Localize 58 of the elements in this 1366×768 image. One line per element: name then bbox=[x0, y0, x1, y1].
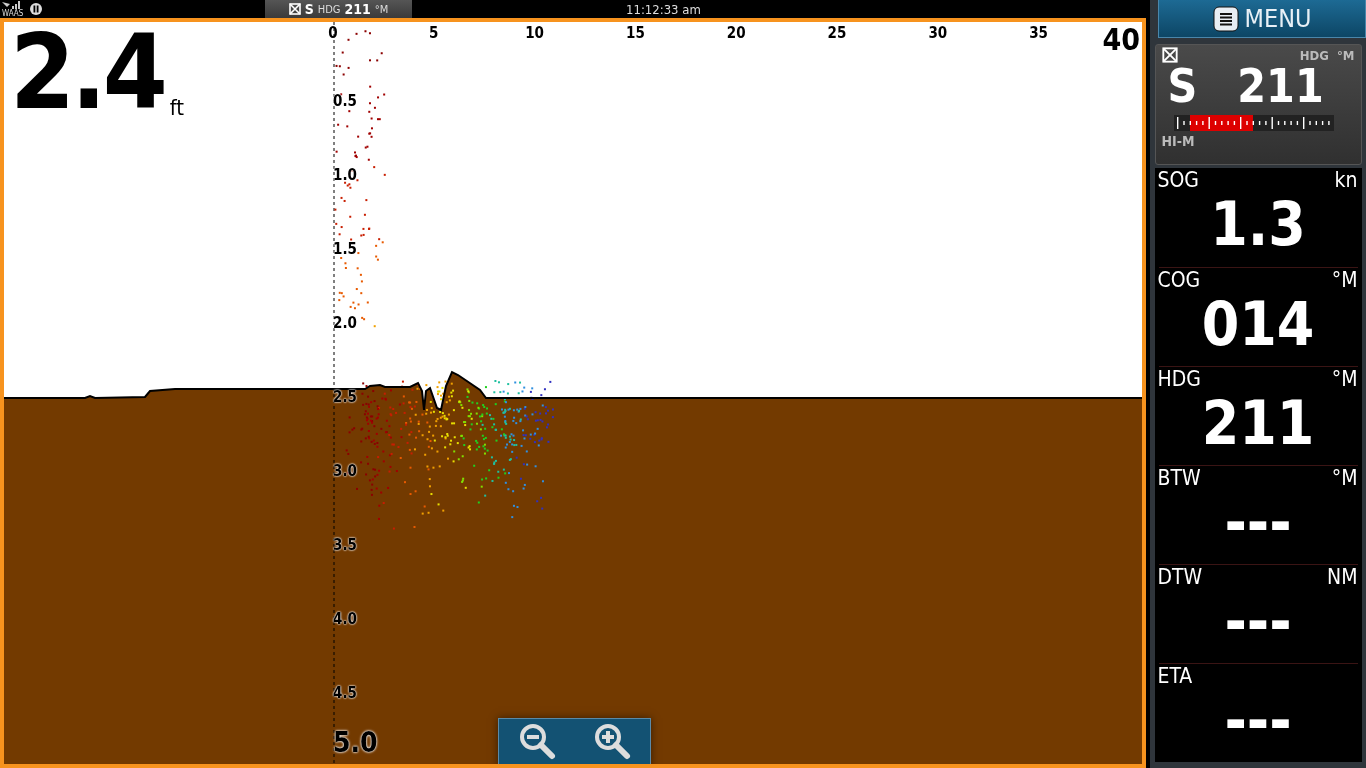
heading-card-label: HDG °M bbox=[1299, 47, 1355, 63]
data-label: DTW bbox=[1157, 565, 1203, 589]
data-value: 211 bbox=[1200, 391, 1316, 455]
data-label: ETA bbox=[1157, 664, 1193, 688]
data-value: 014 bbox=[1200, 292, 1316, 356]
data-value: --- bbox=[1223, 589, 1293, 653]
range-scale-label: 25 bbox=[827, 24, 847, 42]
depth-scale-label: 1.5 bbox=[333, 240, 357, 258]
data-unit: NM bbox=[1327, 565, 1358, 589]
zoom-in-button[interactable] bbox=[592, 721, 633, 761]
crossed-box-icon bbox=[1161, 47, 1178, 63]
data-unit: °M bbox=[1331, 466, 1358, 490]
data-unit: kn bbox=[1334, 168, 1358, 192]
depth-unit: ft bbox=[169, 95, 185, 120]
depth-scale-label: 1.0 bbox=[333, 166, 357, 184]
depth-scale-label: 4.5 bbox=[333, 684, 357, 702]
heading-direction: S bbox=[304, 1, 314, 17]
depth-scale-label: 3.5 bbox=[333, 536, 357, 554]
pause-icon[interactable] bbox=[29, 2, 44, 16]
depth-scale-label: 2.0 bbox=[333, 314, 357, 332]
satellite-signal-icon bbox=[1, 0, 21, 10]
range-scale-label: 35 bbox=[1029, 24, 1048, 42]
data-label: SOG bbox=[1157, 168, 1199, 192]
range-scale-label: 15 bbox=[626, 24, 645, 42]
range-scale-label: 5 bbox=[429, 24, 439, 42]
heading-mode-label: HI-M bbox=[1161, 133, 1196, 149]
data-label: BTW bbox=[1157, 466, 1201, 490]
range-scale-label: 0 bbox=[328, 24, 338, 42]
crossed-box-icon bbox=[288, 3, 301, 15]
range-scale-label: 10 bbox=[525, 24, 544, 42]
menu-icon bbox=[1212, 5, 1239, 32]
heading-widget[interactable]: S HDG 211 °M bbox=[265, 0, 412, 18]
data-label: COG bbox=[1157, 268, 1201, 292]
depth-value: 2.4 bbox=[10, 22, 164, 124]
heading-card[interactable]: HDG °M S 211 HI-M bbox=[1154, 44, 1362, 165]
data-value: --- bbox=[1223, 490, 1293, 554]
heading-direction: S bbox=[1167, 63, 1198, 109]
heading-value: 211 bbox=[344, 1, 371, 17]
data-value: 1.3 bbox=[1209, 192, 1307, 256]
zoom-in-icon bbox=[592, 721, 633, 761]
heading-unit: °M bbox=[374, 2, 389, 16]
heading-label: HDG bbox=[317, 2, 341, 16]
clock-time: 11:12:33 am bbox=[626, 1, 701, 17]
data-unit: °M bbox=[1331, 367, 1358, 391]
range-scale-label: 20 bbox=[726, 24, 746, 42]
range-label: 40 bbox=[1102, 22, 1140, 57]
gps-mode-label: WAAS bbox=[2, 9, 24, 18]
menu-button[interactable]: MENU bbox=[1158, 0, 1366, 38]
depth-scale-label: 3.0 bbox=[333, 462, 357, 480]
depth-scale-label: 4.0 bbox=[333, 610, 357, 628]
depth-scale-label: 5.0 bbox=[333, 726, 378, 759]
data-value: --- bbox=[1223, 688, 1293, 752]
depth-scale-label: 2.5 bbox=[333, 388, 357, 406]
depth-scale-label: 0.5 bbox=[333, 92, 357, 110]
data-label: HDG bbox=[1157, 367, 1201, 391]
data-unit: °M bbox=[1331, 268, 1358, 292]
range-scale-label: 30 bbox=[928, 24, 948, 42]
heading-value: 211 bbox=[1237, 63, 1324, 109]
